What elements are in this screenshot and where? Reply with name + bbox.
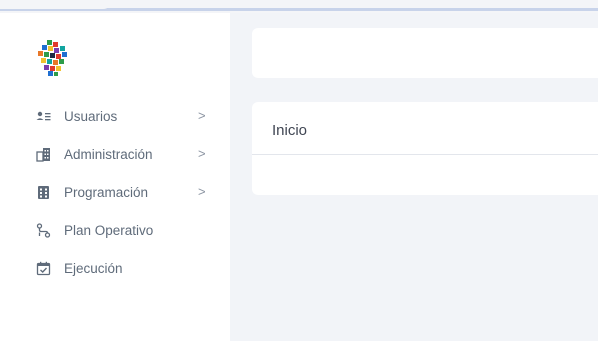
top-tab-shape <box>0 0 112 9</box>
sidebar-item-label: Programación <box>64 184 149 200</box>
sidebar-item-label: Ejecución <box>64 260 123 276</box>
card-divider <box>252 154 598 155</box>
sidebar-item-usuarios[interactable]: Usuarios > <box>0 97 230 135</box>
sidebar-item-ejecucion[interactable]: Ejecución <box>0 249 230 287</box>
sidebar-item-programacion[interactable]: Programación > <box>0 173 230 211</box>
page-title: Inicio <box>272 122 308 139</box>
top-strip <box>0 0 598 13</box>
top-card <box>252 28 598 78</box>
sidebar-item-label: Administración <box>64 146 153 162</box>
grid-calculator-icon <box>36 185 51 200</box>
building-icon <box>36 147 51 162</box>
route-icon <box>36 222 51 238</box>
sidebar-item-plan-operativo[interactable]: Plan Operativo <box>0 211 230 249</box>
users-list-icon <box>36 109 51 124</box>
sidebar-item-label: Usuarios <box>64 108 118 124</box>
sidebar-item-administracion[interactable]: Administración > <box>0 135 230 173</box>
logo-icon[interactable] <box>33 38 73 78</box>
sidebar-nav: Usuarios > Administración > Programación… <box>0 97 230 287</box>
chevron-right-icon: > <box>198 108 206 123</box>
sidebar-item-label: Plan Operativo <box>64 222 154 238</box>
chevron-right-icon: > <box>198 184 206 199</box>
home-card: Inicio <box>252 102 598 195</box>
sidebar: Usuarios > Administración > Programación… <box>0 13 230 341</box>
chevron-right-icon: > <box>198 146 206 161</box>
calendar-check-icon <box>36 261 51 276</box>
